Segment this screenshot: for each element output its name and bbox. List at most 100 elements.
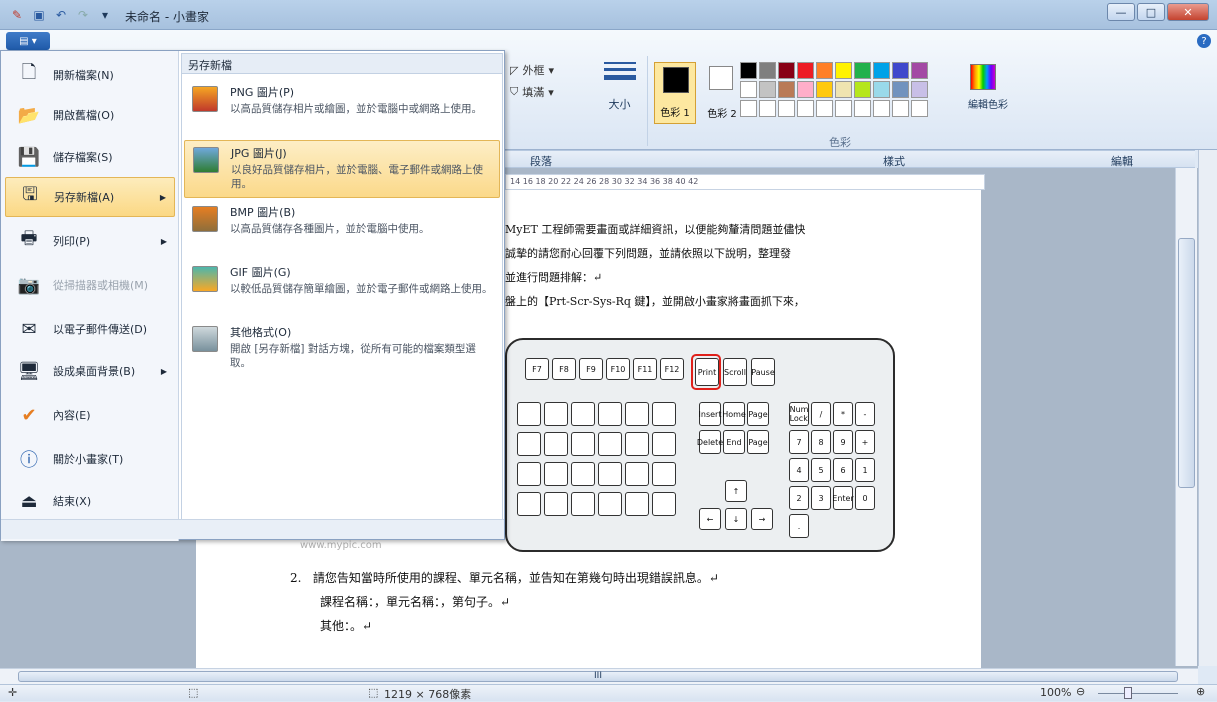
editing-group-label: 編輯 xyxy=(1111,155,1133,168)
palette-swatch[interactable] xyxy=(892,62,909,79)
menu-item-1[interactable]: 📂 開啟舊檔(O) xyxy=(5,95,175,135)
paint-application-menu: 🗋 開新檔案(N) 📂 開啟舊檔(O) 💾 儲存檔案(S) 🖫 另存新檔(A) ▶ 🖶 列印(P) ▶… xyxy=(0,50,505,541)
palette-swatch[interactable] xyxy=(854,62,871,79)
size-lines-icon[interactable] xyxy=(604,62,636,80)
selection-size-icon: ⬚ xyxy=(188,686,199,699)
undo-icon[interactable]: ↶ xyxy=(52,6,70,24)
submenu-item-4[interactable]: 其他格式(O) 開啟 [另存新檔] 對話方塊，從所有可能的檔案類型選取。 xyxy=(184,320,500,378)
palette-swatch[interactable] xyxy=(740,62,757,79)
palette-swatch[interactable] xyxy=(854,81,871,98)
palette-swatch[interactable] xyxy=(759,81,776,98)
arrow-key: → xyxy=(751,508,773,530)
palette-swatch[interactable] xyxy=(892,81,909,98)
palette-swatch[interactable] xyxy=(873,62,890,79)
size-label[interactable]: 大小 xyxy=(592,96,647,112)
submenu-item-2[interactable]: BMP 圖片(B) 以高品質儲存各種圖片，並於電腦中使用。 xyxy=(184,200,500,258)
palette-swatch[interactable] xyxy=(759,100,776,117)
palette-swatch[interactable] xyxy=(892,100,909,117)
palette-swatch[interactable] xyxy=(816,100,833,117)
close-button[interactable]: ✕ xyxy=(1167,3,1209,21)
palette-swatch[interactable] xyxy=(816,62,833,79)
palette-swatch[interactable] xyxy=(835,62,852,79)
keyboard-key: 7 xyxy=(789,430,809,454)
keyboard-key xyxy=(571,432,595,456)
horizontal-scrollbar[interactable]: III xyxy=(0,668,1198,684)
menu-item-5[interactable]: 📷 從掃描器或相機(M) xyxy=(5,265,175,305)
color2-selector[interactable]: 色彩 2 xyxy=(705,62,739,124)
zoom-in-button[interactable]: ⊕ xyxy=(1196,685,1205,698)
zoom-slider[interactable] xyxy=(1098,693,1178,694)
submenu-item-1[interactable]: JPG 圖片(J) 以良好品質儲存相片，並於電腦、電子郵件或網路上使用。 xyxy=(184,140,500,198)
menu-item-0[interactable]: 🗋 開新檔案(N) xyxy=(5,55,175,95)
minimize-button[interactable]: — xyxy=(1107,3,1135,21)
outline-label[interactable]: 外框 xyxy=(522,62,544,78)
scanner-icon: 📷 xyxy=(17,274,41,296)
paint-app-icon[interactable]: ✎ xyxy=(8,6,26,24)
size-group: 大小 xyxy=(592,56,648,146)
keyboard-key: Scroll xyxy=(723,358,747,386)
shape-outline-icon[interactable]: ◸ xyxy=(510,64,518,77)
palette-swatch[interactable] xyxy=(797,81,814,98)
menu-item-8[interactable]: ✔ 內容(E) xyxy=(5,395,175,435)
save-icon[interactable]: ▣ xyxy=(30,6,48,24)
arrow-key: ← xyxy=(699,508,721,530)
zoom-slider-thumb[interactable] xyxy=(1124,687,1132,699)
arrow-key: ↑ xyxy=(725,480,747,502)
palette-swatch[interactable] xyxy=(778,81,795,98)
paint-menu-button[interactable]: ▤ ▾ xyxy=(6,32,50,50)
checkmark-icon: ✔ xyxy=(21,404,37,426)
menu-item-2[interactable]: 💾 儲存檔案(S) xyxy=(5,137,175,177)
submenu-item-3[interactable]: GIF 圖片(G) 以較低品質儲存簡單繪圖，並於電子郵件或網路上使用。 xyxy=(184,260,500,318)
keyboard-key: 1 xyxy=(855,458,875,482)
menu-item-10[interactable]: ⏏ 結束(X) xyxy=(5,481,175,521)
palette-swatch[interactable] xyxy=(911,81,928,98)
vertical-scrollbar[interactable] xyxy=(1175,168,1197,666)
keyboard-key: Page xyxy=(747,402,769,426)
zoom-level: 100% xyxy=(1040,686,1072,699)
help-icon[interactable]: ? xyxy=(1197,34,1211,48)
menu-item-7[interactable]: 🖥 設成桌面背景(B) ▶ xyxy=(5,351,175,391)
palette-swatch[interactable] xyxy=(759,62,776,79)
zoom-out-button[interactable]: ⊖ xyxy=(1076,685,1085,698)
email-icon: ✉ xyxy=(21,318,37,340)
customize-qat-icon[interactable]: ▾ xyxy=(96,6,114,24)
palette-swatch[interactable] xyxy=(740,100,757,117)
fill-label[interactable]: 填滿 xyxy=(522,84,544,100)
palette-swatch[interactable] xyxy=(835,81,852,98)
submenu-item-0[interactable]: PNG 圖片(P) 以高品質儲存相片或繪圖，並於電腦中或網路上使用。 xyxy=(184,80,500,138)
cursor-position-icon: ✛ xyxy=(8,686,18,699)
document-text: MyET 工程師需要畫面或詳細資訊，以便能夠釐清問題並儘快 誠摯的請您耐心回覆下… xyxy=(505,218,925,314)
menu-item-3[interactable]: 🖫 另存新檔(A) ▶ xyxy=(5,177,175,217)
menu-item-4[interactable]: 🖶 列印(P) ▶ xyxy=(5,221,175,261)
horizontal-scroll-thumb[interactable]: III xyxy=(18,671,1178,682)
color1-label: 色彩 1 xyxy=(660,108,690,119)
palette-swatch[interactable] xyxy=(816,81,833,98)
keyboard-key: F10 xyxy=(606,358,630,380)
save-as-submenu: 另存新檔 PNG 圖片(P) 以高品質儲存相片或繪圖，並於電腦中或網路上使用。 JP… xyxy=(181,53,503,521)
vertical-scroll-thumb[interactable] xyxy=(1178,238,1195,488)
edit-colors-button[interactable]: 編輯色彩 xyxy=(958,62,1018,122)
palette-swatch[interactable] xyxy=(911,62,928,79)
keyboard-key xyxy=(517,432,541,456)
palette-swatch[interactable] xyxy=(740,81,757,98)
document-group-bar: 段落 樣式 編輯 xyxy=(505,150,1195,168)
fill-icon[interactable]: ⛉ xyxy=(510,85,518,99)
palette-swatch[interactable] xyxy=(778,100,795,117)
palette-swatch[interactable] xyxy=(854,100,871,117)
redo-icon[interactable]: ↷ xyxy=(74,6,92,24)
keyboard-key: Insert xyxy=(699,402,721,426)
palette-swatch[interactable] xyxy=(835,100,852,117)
palette-swatch[interactable] xyxy=(797,100,814,117)
keyboard-key: F8 xyxy=(552,358,576,380)
palette-swatch[interactable] xyxy=(873,100,890,117)
color1-selector[interactable]: 色彩 1 xyxy=(654,62,696,124)
palette-swatch[interactable] xyxy=(778,62,795,79)
maximize-button[interactable]: □ xyxy=(1137,3,1165,21)
new-file-icon: 🗋 xyxy=(21,62,37,83)
outer-scrollbar[interactable] xyxy=(1198,150,1217,666)
palette-swatch[interactable] xyxy=(797,62,814,79)
menu-item-6[interactable]: ✉ 以電子郵件傳送(D) xyxy=(5,309,175,349)
palette-swatch[interactable] xyxy=(911,100,928,117)
menu-item-9[interactable]: ⓘ 關於小畫家(T) xyxy=(5,439,175,479)
palette-swatch[interactable] xyxy=(873,81,890,98)
